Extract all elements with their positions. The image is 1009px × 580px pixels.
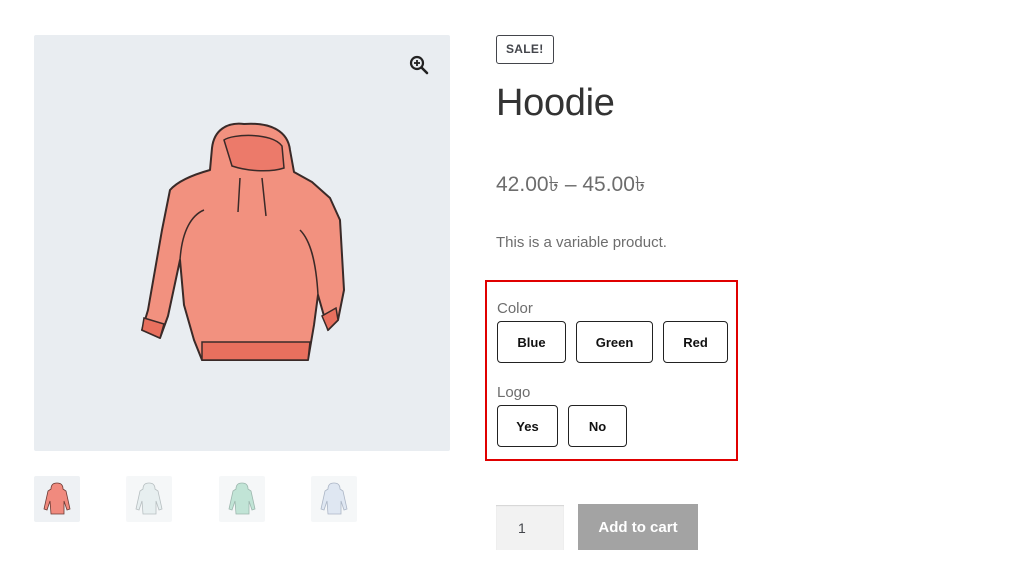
quantity-input[interactable] — [496, 505, 564, 550]
product-main-image[interactable] — [34, 35, 450, 451]
product-description: This is a variable product. — [496, 234, 667, 251]
hoodie-grey-thumbnail-icon — [135, 482, 163, 515]
color-attribute-label: Color — [497, 300, 533, 317]
thumbnail-hoodie-grey[interactable] — [126, 476, 172, 522]
product-title: Hoodie — [496, 82, 615, 124]
product-price: 42.00৳ – 45.00৳ — [496, 173, 646, 196]
color-option-green[interactable]: Green — [576, 321, 653, 363]
variations-box: Color Blue Green Red Logo Yes No — [485, 280, 738, 461]
hoodie-image — [141, 122, 345, 361]
hoodie-red-thumbnail-icon — [43, 482, 71, 515]
thumbnail-hoodie-red[interactable] — [34, 476, 80, 522]
thumbnail-strip — [34, 476, 450, 524]
thumbnail-hoodie-green[interactable] — [219, 476, 265, 522]
color-option-red[interactable]: Red — [663, 321, 728, 363]
hoodie-green-thumbnail-icon — [228, 482, 256, 515]
add-to-cart-button[interactable]: Add to cart — [578, 504, 698, 550]
color-option-blue[interactable]: Blue — [497, 321, 566, 363]
sale-badge: SALE! — [496, 35, 554, 64]
zoom-in-icon[interactable] — [409, 55, 429, 75]
hoodie-blue-thumbnail-icon — [320, 482, 348, 515]
logo-option-no[interactable]: No — [568, 405, 627, 447]
logo-attribute-label: Logo — [497, 384, 531, 401]
thumbnail-hoodie-blue[interactable] — [311, 476, 357, 522]
logo-option-yes[interactable]: Yes — [497, 405, 558, 447]
